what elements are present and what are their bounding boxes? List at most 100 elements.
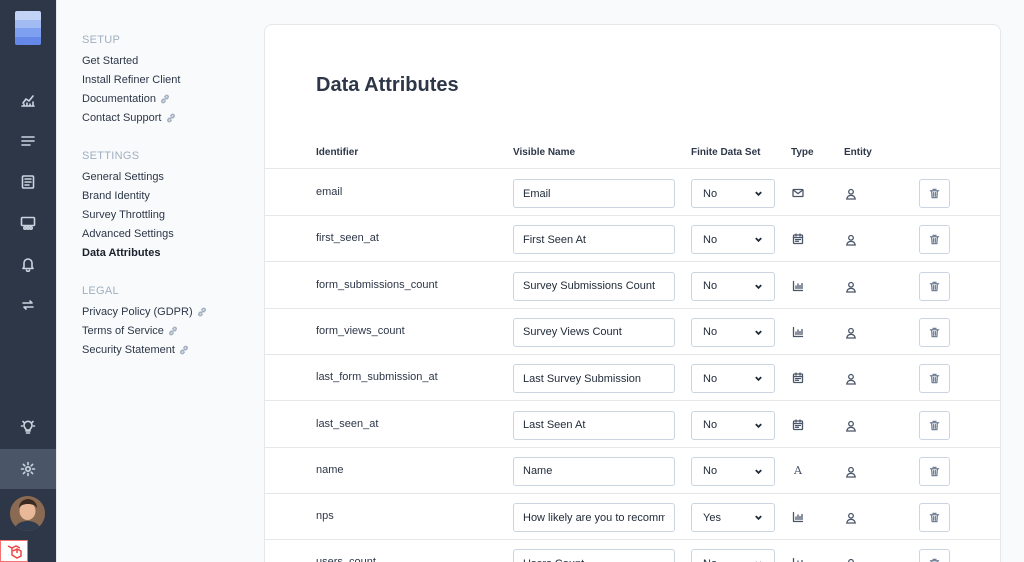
delete-attribute-button[interactable] [919, 271, 950, 301]
rail-sync-button[interactable] [0, 285, 56, 325]
visible-name-input[interactable] [513, 549, 675, 562]
finite-data-set-select[interactable]: No [691, 225, 775, 255]
select-value: Yes [703, 511, 721, 524]
nav-item-survey-throttling[interactable]: Survey Throttling [82, 209, 165, 221]
user-avatar[interactable] [10, 496, 45, 531]
finite-data-set-select[interactable]: No [691, 317, 775, 347]
nav-item-contact-support[interactable]: Contact Support [82, 112, 176, 124]
attribute-identifier: last_seen_at [316, 417, 379, 430]
chevron-down-icon [755, 376, 762, 382]
bar-chart-icon-glyph [792, 280, 804, 291]
trash-icon [929, 466, 940, 477]
finite-data-set-select[interactable]: No [691, 271, 775, 301]
data-attributes-card: Data Attributes Identifier Visible Name … [264, 24, 1001, 562]
nav-item-brand-identity[interactable]: Brand Identity [82, 190, 150, 202]
finite-data-set-select[interactable]: No [691, 179, 775, 208]
nav-item-data-attributes[interactable]: Data Attributes [82, 247, 160, 259]
table-row: nps Yes [265, 494, 1000, 541]
attribute-identifier: nps [316, 510, 334, 523]
visible-name-input[interactable] [513, 179, 675, 208]
trash-icon [929, 188, 940, 199]
trash-icon [929, 559, 940, 562]
chevron-down-icon [755, 423, 762, 428]
nav-item-general-settings[interactable]: General Settings [82, 171, 164, 183]
rail-form-button[interactable] [0, 162, 56, 202]
column-header-type: Type [791, 147, 814, 158]
nav-item-install-client[interactable]: Install Refiner Client [82, 74, 180, 86]
nav-item-label: Brand Identity [82, 190, 150, 202]
column-header-visible-name: Visible Name [513, 147, 576, 158]
visible-name-input[interactable] [513, 410, 675, 440]
user-icon-glyph [848, 559, 854, 562]
rail-list-button[interactable] [0, 121, 56, 161]
laravel-badge[interactable] [0, 540, 28, 562]
app-logo[interactable] [15, 11, 41, 45]
lightbulb-icon [20, 420, 36, 434]
external-link-icon [179, 345, 188, 355]
nav-item-documentation[interactable]: Documentation [82, 93, 170, 105]
bar-chart-icon [792, 511, 804, 523]
calendar-icon [792, 233, 804, 245]
bar-chart-icon [792, 326, 804, 338]
delete-attribute-button[interactable] [919, 549, 950, 562]
rail-ideas-button[interactable] [0, 407, 56, 447]
rail-settings-button[interactable] [0, 449, 56, 489]
rail-audience-button[interactable] [0, 203, 56, 243]
user-icon [845, 419, 857, 432]
rail-notifications-button[interactable] [0, 244, 56, 284]
table-row: users_count No [265, 540, 1000, 562]
gear-icon [20, 461, 36, 477]
user-icon-glyph [846, 188, 856, 200]
delete-attribute-button[interactable] [919, 503, 950, 533]
user-icon [845, 187, 857, 200]
nav-item-terms-of-service[interactable]: Terms of Service [82, 325, 178, 337]
visible-name-input[interactable] [513, 271, 675, 301]
delete-attribute-button[interactable] [919, 410, 950, 440]
finite-data-set-select[interactable]: Yes [691, 503, 775, 533]
visible-name-input[interactable] [513, 364, 675, 394]
analytics-icon [21, 95, 35, 107]
nav-item-label: Data Attributes [82, 247, 161, 259]
nav-item-label: General Settings [82, 171, 164, 183]
envelope-icon-glyph [792, 188, 804, 198]
visible-name-input[interactable] [513, 225, 675, 255]
attribute-identifier: name [316, 463, 344, 476]
visible-name-input[interactable] [513, 503, 675, 533]
finite-data-set-select[interactable]: No [691, 549, 775, 562]
select-value: No [703, 280, 718, 293]
trash-icon [929, 512, 940, 523]
visible-name-input[interactable] [513, 317, 675, 347]
nav-item-advanced-settings[interactable]: Advanced Settings [82, 228, 174, 240]
nav-item-label: Documentation [82, 93, 156, 105]
bar-chart-icon [792, 280, 804, 292]
nav-item-get-started[interactable]: Get Started [82, 55, 138, 67]
finite-data-set-select[interactable]: No [691, 456, 775, 486]
attribute-identifier: email [316, 186, 343, 198]
delete-attribute-button[interactable] [919, 364, 950, 394]
delete-attribute-button[interactable] [919, 317, 950, 347]
visible-name-input[interactable] [513, 456, 675, 486]
finite-data-set-select[interactable]: No [691, 410, 775, 440]
delete-attribute-button[interactable] [919, 179, 950, 208]
select-value: No [703, 558, 717, 562]
settings-nav: SETUP Get Started Install Refiner Client… [56, 0, 264, 562]
finite-data-set-select[interactable]: No [691, 364, 775, 394]
external-link-icon [161, 94, 169, 104]
nav-item-privacy-policy[interactable]: Privacy Policy (GDPR) [82, 306, 207, 318]
bar-chart-icon-glyph [792, 558, 803, 562]
select-value: No [703, 187, 718, 200]
table-row: form_views_count No [265, 309, 1000, 355]
attribute-identifier: first_seen_at [316, 232, 379, 245]
chevron-down-icon [755, 191, 762, 197]
delete-attribute-button[interactable] [919, 456, 950, 486]
delete-attribute-button[interactable] [919, 225, 950, 255]
select-value: No [703, 326, 718, 339]
select-value: No [703, 465, 718, 478]
user-icon [845, 372, 857, 385]
user-icon [845, 233, 857, 246]
calendar-icon [792, 418, 804, 431]
rail-analytics-button[interactable] [0, 80, 56, 120]
trash-icon [929, 420, 940, 430]
attribute-identifier: last_form_submission_at [316, 371, 438, 384]
nav-item-security-statement[interactable]: Security Statement [82, 344, 189, 356]
